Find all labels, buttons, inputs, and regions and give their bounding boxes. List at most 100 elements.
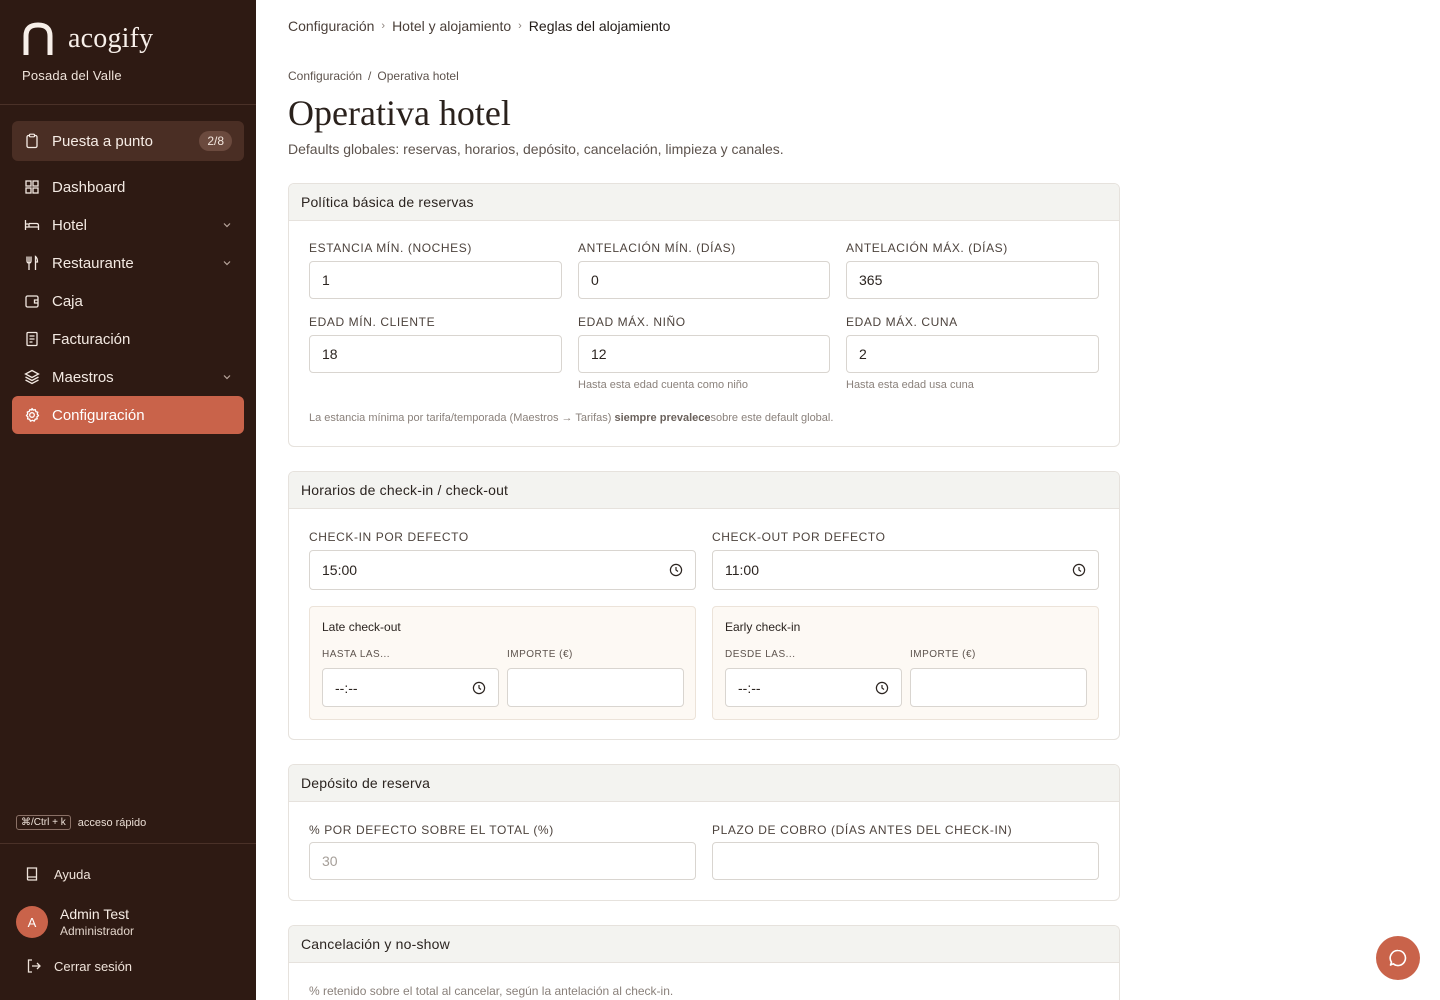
max-advance-label: ANTELACIÓN MÁX. (DÍAS) <box>846 241 1008 255</box>
brand-name: acogify <box>68 23 154 54</box>
chevron-down-icon <box>223 261 231 266</box>
breadcrumb-link[interactable]: Configuración <box>288 18 374 34</box>
sidebar-item-cash[interactable]: Caja <box>12 282 244 320</box>
min-age-label: EDAD MÍN. CLIENTE <box>309 315 436 329</box>
input-value: --:-- <box>335 679 358 696</box>
shortcut-label: acceso rápido <box>77 816 147 829</box>
sidebar-item-masters[interactable]: Maestros <box>12 358 244 396</box>
deposit-card: Depósito de reserva % POR DEFECTO SOBRE … <box>288 764 1120 901</box>
logout-button[interactable]: Cerrar sesión <box>26 958 132 974</box>
sidebar-item-restaurant[interactable]: Restaurante <box>12 244 244 282</box>
chat-button[interactable] <box>1376 936 1420 980</box>
sidebar-item-label: Dashboard <box>52 178 126 196</box>
utensils-icon <box>26 255 39 270</box>
input-placeholder: 30 <box>322 853 338 869</box>
early-amount-input[interactable] <box>910 668 1087 707</box>
sidebar-item-dashboard[interactable]: Dashboard <box>12 168 244 206</box>
property-name: Posada del Valle <box>22 68 122 83</box>
late-checkout-box: Late check-out HASTA LAS... --:-- IMPORT… <box>309 606 696 720</box>
input-value: 365 <box>859 272 883 288</box>
early-checkin-title: Early check-in <box>725 620 801 634</box>
sidebar-item-billing[interactable]: Facturación <box>12 320 244 358</box>
early-checkin-box: Early check-in DESDE LAS... --:-- IMPORT… <box>712 606 1099 720</box>
crib-age-hint: Hasta esta edad usa cuna <box>846 379 974 391</box>
min-stay-note: La estancia mínima por tarifa/temporada … <box>309 412 833 424</box>
brand[interactable]: acogify <box>22 22 153 56</box>
min-advance-label: ANTELACIÓN MÍN. (DÍAS) <box>578 241 736 255</box>
progress-badge: 2/8 <box>199 131 232 151</box>
late-checkout-title: Late check-out <box>322 620 401 634</box>
deposit-percent-label: % POR DEFECTO SOBRE EL TOTAL (%) <box>309 823 554 837</box>
max-child-age-input[interactable]: 12 <box>578 335 830 373</box>
schedules-card: Horarios de check-in / check-out CHECK-I… <box>288 471 1120 740</box>
input-value: 18 <box>322 346 338 362</box>
layers-icon <box>24 369 40 385</box>
clock-icon[interactable] <box>1072 563 1086 577</box>
chevron-down-icon <box>223 223 231 228</box>
logout-icon <box>27 959 41 973</box>
breadcrumb: Configuración / Operativa hotel <box>288 69 459 83</box>
breadcrumb-separator: / <box>368 69 372 83</box>
page-subtitle: Defaults globales: reservas, horarios, d… <box>288 141 784 157</box>
card-title: Horarios de check-in / check-out <box>289 472 1119 509</box>
breadcrumb-current: Operativa hotel <box>377 69 459 83</box>
sidebar-item-hotel[interactable]: Hotel <box>12 206 244 244</box>
note-text: La estancia mínima por tarifa/temporada … <box>309 412 615 424</box>
cancellation-card: Cancelación y no-show % retenido sobre e… <box>288 925 1120 1000</box>
input-value: 15:00 <box>322 562 358 578</box>
checkin-label: CHECK-IN POR DEFECTO <box>309 530 469 544</box>
late-amount-input[interactable] <box>507 668 684 707</box>
help-label: Ayuda <box>54 866 91 882</box>
checkout-time-input[interactable]: 11:00 <box>712 550 1099 590</box>
logout-label: Cerrar sesión <box>54 958 133 974</box>
help-link[interactable]: Ayuda <box>24 866 91 882</box>
card-title: Depósito de reserva <box>289 765 1119 802</box>
user-name: Admin Test <box>60 906 129 922</box>
checkin-time-input[interactable]: 15:00 <box>309 550 696 590</box>
early-from-label: DESDE LAS... <box>725 649 796 660</box>
deposit-percent-input[interactable]: 30 <box>309 842 696 880</box>
clock-icon[interactable] <box>875 681 889 695</box>
sidebar-divider <box>0 843 256 844</box>
note-emphasis: siempre prevalece <box>614 412 711 424</box>
book-icon <box>26 867 38 881</box>
note-text: sobre este default global. <box>710 412 834 424</box>
breadcrumb-separator: › <box>381 20 386 32</box>
min-stay-input[interactable]: 1 <box>309 261 562 299</box>
min-advance-input[interactable]: 0 <box>578 261 830 299</box>
breadcrumb-link[interactable]: Configuración <box>288 69 362 83</box>
shortcut-keys: ⌘/Ctrl + k <box>16 815 71 830</box>
child-age-hint: Hasta esta edad cuenta como niño <box>578 379 749 391</box>
late-until-time-input[interactable]: --:-- <box>322 668 499 707</box>
card-title: Política básica de reservas <box>289 184 1119 221</box>
page-title: Operativa hotel <box>288 93 511 133</box>
breadcrumb-current: Reglas del alojamiento <box>528 18 671 34</box>
late-until-label: HASTA LAS... <box>322 649 391 660</box>
early-from-time-input[interactable]: --:-- <box>725 668 902 707</box>
max-crib-age-input[interactable]: 2 <box>846 335 1099 373</box>
cancellation-description: % retenido sobre el total al cancelar, s… <box>309 984 674 998</box>
clock-icon[interactable] <box>472 681 486 695</box>
input-value: --:-- <box>738 679 761 696</box>
sidebar-item-label: Facturación <box>52 330 131 348</box>
top-breadcrumb: Configuración › Hotel y alojamiento › Re… <box>288 18 670 34</box>
max-child-age-label: EDAD MÁX. NIÑO <box>578 315 686 329</box>
user-role: Administrador <box>60 924 135 938</box>
grid-icon <box>25 180 39 194</box>
min-age-input[interactable]: 18 <box>309 335 562 373</box>
user-profile[interactable]: A Admin Test Administrador <box>16 906 134 938</box>
max-advance-input[interactable]: 365 <box>846 261 1099 299</box>
breadcrumb-separator: › <box>518 20 522 32</box>
gear-icon <box>25 407 40 422</box>
quick-access-hint[interactable]: ⌘/Ctrl + k acceso rápido <box>16 815 146 830</box>
sidebar: acogify Posada del Valle Puesta a punto … <box>0 0 256 1000</box>
clock-icon[interactable] <box>669 563 683 577</box>
sidebar-item-settings[interactable]: Configuración <box>12 396 244 434</box>
breadcrumb-link[interactable]: Hotel y alojamiento <box>392 18 511 34</box>
deposit-term-input[interactable] <box>712 842 1099 880</box>
input-value: 0 <box>591 272 599 288</box>
sidebar-item-setup[interactable]: Puesta a punto 2/8 <box>12 121 244 161</box>
sidebar-item-label: Hotel <box>52 216 88 234</box>
input-value: 12 <box>591 346 607 362</box>
wallet-icon <box>25 295 39 308</box>
